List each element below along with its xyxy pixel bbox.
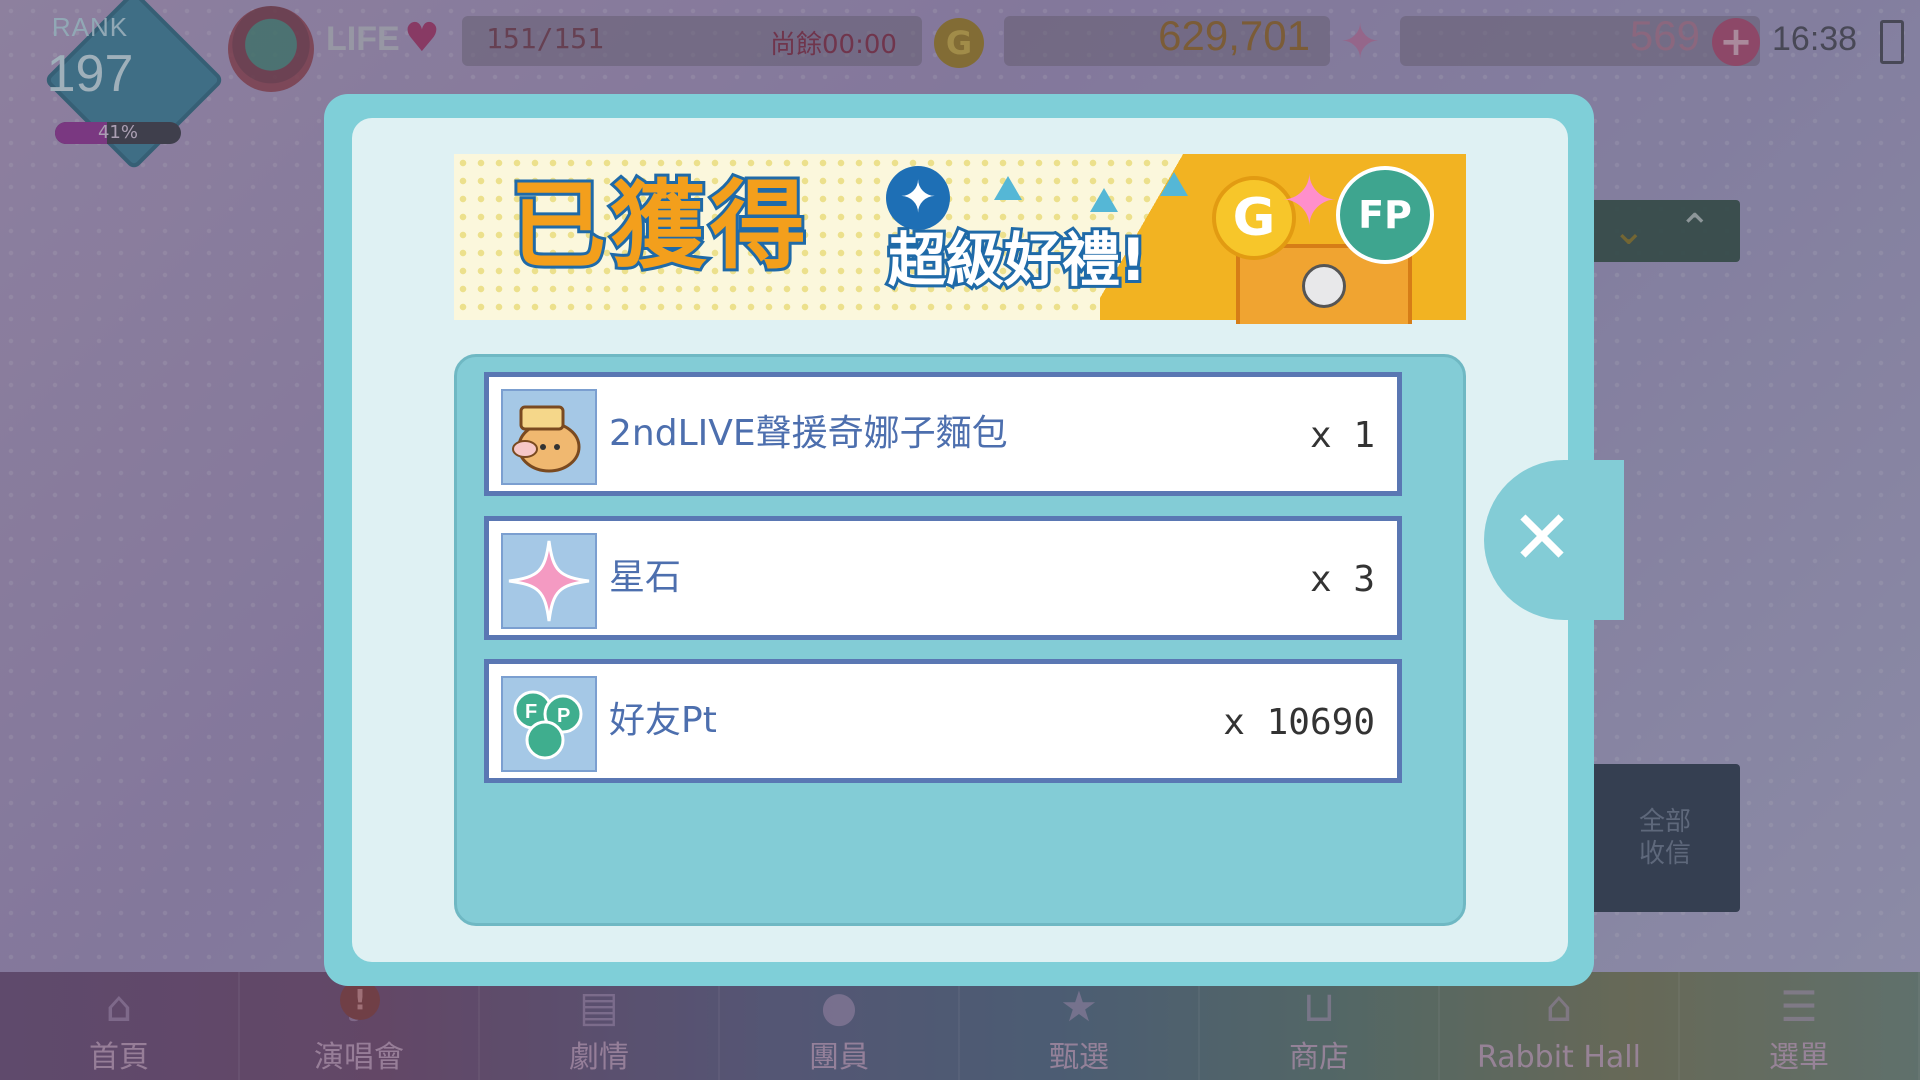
reward-quantity: x 3 <box>1309 559 1375 600</box>
reward-row: 星石 x 3 <box>484 516 1402 640</box>
reward-quantity: x 10690 <box>1223 702 1375 743</box>
reward-row: 2ndLIVE聲援奇娜子麵包 x 1 <box>484 372 1402 496</box>
star-stone-icon <box>501 533 597 629</box>
decor-triangle <box>1090 188 1118 212</box>
reward-row: F P 好友Pt x 10690 <box>484 659 1402 783</box>
friend-point-clover-icon-art: F P <box>513 690 583 760</box>
reward-quantity: x 1 <box>1309 415 1375 456</box>
friend-point-clover-icon: FP <box>1336 166 1434 264</box>
close-icon[interactable]: ✕ <box>1510 501 1574 575</box>
banner-subtitle: 超級好禮! <box>885 223 1149 297</box>
star-stone-icon-art <box>508 540 590 622</box>
star-stone-icon: ✦ <box>1280 160 1339 242</box>
decor-triangle <box>1160 172 1188 196</box>
lock-icon <box>1302 264 1346 308</box>
svg-text:P: P <box>557 705 570 727</box>
sparkle-icon: ✦ <box>886 166 950 230</box>
reward-name: 2ndLIVE聲援奇娜子麵包 <box>609 413 1008 454</box>
svg-text:F: F <box>525 701 537 723</box>
friend-point-clover-icon: F P <box>501 676 597 772</box>
banner-title: 已獲得 <box>507 167 810 285</box>
bread-character-icon <box>501 389 597 485</box>
reward-name: 星石 <box>609 557 682 598</box>
reward-name: 好友Pt <box>609 700 717 741</box>
bread-character-icon-art <box>512 405 581 473</box>
decor-triangle <box>994 176 1022 200</box>
